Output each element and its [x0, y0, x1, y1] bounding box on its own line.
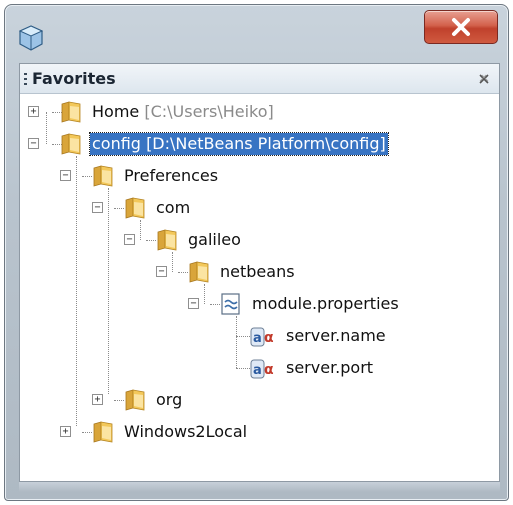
- tree-connector: [236, 336, 250, 337]
- tree-connector: [82, 176, 92, 177]
- node-label: Windows2Local: [124, 422, 248, 441]
- node-label: server.name: [286, 326, 386, 345]
- expand-toggle[interactable]: +: [92, 394, 103, 405]
- panel-title: Favorites: [32, 69, 116, 88]
- folder-icon: [60, 100, 82, 124]
- panel-close-icon[interactable]: [477, 72, 491, 86]
- node-label: org: [156, 390, 183, 409]
- tree-connector: [210, 304, 220, 305]
- node-name: config: [92, 134, 141, 153]
- node-label: netbeans: [220, 262, 295, 281]
- folder-icon: [92, 420, 114, 444]
- collapse-toggle[interactable]: −: [28, 138, 39, 149]
- folder-icon: [60, 132, 82, 156]
- tree-connector: [114, 208, 124, 209]
- folder-icon: [124, 388, 146, 412]
- collapse-toggle[interactable]: −: [124, 234, 135, 245]
- tree-connector: [82, 432, 92, 433]
- expand-toggle[interactable]: +: [28, 106, 39, 117]
- tree-connector: [46, 112, 47, 144]
- tree-connector: [172, 252, 173, 272]
- tree-connector: [76, 156, 77, 426]
- app-cube-icon: [19, 25, 43, 51]
- node-label: server.port: [286, 358, 374, 377]
- tree-connector: [140, 220, 141, 240]
- close-icon: [452, 18, 470, 36]
- favorites-tree: + Home [C:\Users\Heiko] − config [D:\Net…: [20, 94, 499, 481]
- tree-connector: [178, 272, 188, 273]
- node-path: [D:\NetBeans Platform\config]: [146, 134, 386, 153]
- tree-connector: [236, 368, 250, 369]
- folder-icon: [188, 260, 210, 284]
- favorites-panel: Favorites + Home [C:\Users\Heiko] − conf…: [19, 63, 500, 482]
- close-window-button[interactable]: [424, 10, 498, 44]
- node-name: Home: [92, 102, 140, 121]
- collapse-toggle[interactable]: −: [188, 298, 199, 309]
- tree-connector: [236, 316, 237, 368]
- panel-header: Favorites: [20, 64, 499, 94]
- collapse-toggle[interactable]: −: [92, 202, 103, 213]
- node-label-selected: config [D:\NetBeans Platform\config]: [89, 132, 389, 156]
- tree-connector: [204, 284, 205, 304]
- window: Favorites + Home [C:\Users\Heiko] − conf…: [4, 4, 509, 501]
- folder-icon: [124, 196, 146, 220]
- node-label: module.properties: [252, 294, 399, 313]
- tree-connector: [114, 400, 124, 401]
- collapse-toggle[interactable]: −: [60, 170, 71, 181]
- window-bottom-border: [19, 482, 500, 492]
- node-label: Home [C:\Users\Heiko]: [92, 102, 274, 122]
- folder-icon: [156, 228, 178, 252]
- properties-file-icon: [221, 293, 240, 315]
- collapse-toggle[interactable]: −: [156, 266, 167, 277]
- node-path: [C:\Users\Heiko]: [144, 102, 274, 121]
- drag-grip-icon[interactable]: [24, 73, 27, 87]
- node-label: com: [156, 198, 191, 217]
- tree-connector: [108, 188, 109, 394]
- node-label: galileo: [188, 230, 241, 249]
- folder-icon: [92, 164, 114, 188]
- title-bar[interactable]: [5, 5, 508, 61]
- expand-toggle[interactable]: +: [60, 426, 71, 437]
- property-key-icon: [250, 357, 280, 381]
- property-key-icon: [250, 325, 280, 349]
- tree-connector: [146, 240, 156, 241]
- node-label: Preferences: [124, 166, 219, 185]
